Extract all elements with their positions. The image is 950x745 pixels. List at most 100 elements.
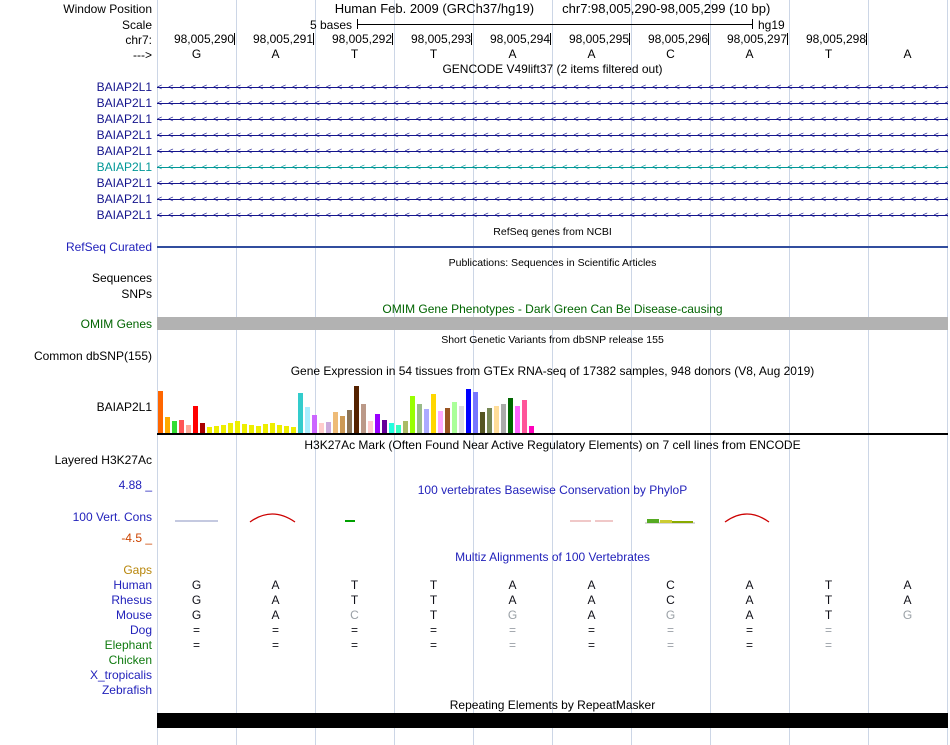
gtex-expression-bar[interactable]: [298, 393, 303, 433]
gtex-expression-bar[interactable]: [494, 406, 499, 433]
sequence-base: C: [666, 47, 675, 61]
gtex-expression-bar[interactable]: [186, 425, 191, 433]
gtex-expression-bar[interactable]: [354, 386, 359, 433]
gtex-expression-bar[interactable]: [284, 426, 289, 433]
gtex-expression-bar[interactable]: [382, 420, 387, 433]
alignment-base: =: [824, 638, 832, 652]
gencode-transcript-item[interactable]: <<<<<<<<<<<<<<<<<<<<<<<<<<<<<<<<<<<<<<<<…: [157, 159, 948, 175]
gtex-expression-bar[interactable]: [466, 389, 471, 433]
gtex-expression-bar[interactable]: [277, 425, 282, 433]
layered-h3k27ac-label[interactable]: Layered H3K27Ac: [0, 453, 152, 467]
gencode-transcript-item[interactable]: <<<<<<<<<<<<<<<<<<<<<<<<<<<<<<<<<<<<<<<<…: [157, 191, 948, 207]
track-label-gencode-item[interactable]: BAIAP2L1: [0, 143, 152, 159]
gtex-expression-bar[interactable]: [326, 422, 331, 433]
track-label-gencode-item[interactable]: BAIAP2L1: [0, 159, 152, 175]
alignment-base: G: [665, 608, 676, 622]
track-label-gencode-item[interactable]: BAIAP2L1: [0, 95, 152, 111]
gtex-gene-label[interactable]: BAIAP2L1: [0, 400, 152, 414]
snps-label[interactable]: SNPs: [0, 287, 152, 301]
repeatmasker-label[interactable]: RepeatMasker: [0, 714, 152, 728]
gtex-expression-bar[interactable]: [438, 411, 443, 433]
gtex-expression-bar[interactable]: [200, 423, 205, 433]
gencode-transcript-item[interactable]: <<<<<<<<<<<<<<<<<<<<<<<<<<<<<<<<<<<<<<<<…: [157, 79, 948, 95]
omim-genes-label[interactable]: OMIM Genes: [0, 317, 152, 331]
repeatmasker-element-bar[interactable]: [157, 713, 948, 728]
gtex-expression-bar[interactable]: [501, 404, 506, 433]
gtex-expression-bar[interactable]: [410, 396, 415, 433]
gtex-expression-bar[interactable]: [403, 421, 408, 433]
gtex-expression-bar[interactable]: [172, 421, 177, 433]
alignment-base: =: [508, 638, 516, 652]
gtex-expression-bar[interactable]: [305, 407, 310, 433]
gencode-transcript-item[interactable]: <<<<<<<<<<<<<<<<<<<<<<<<<<<<<<<<<<<<<<<<…: [157, 95, 948, 111]
gtex-expression-bar[interactable]: [375, 414, 380, 433]
coordinate-label: 98,005,298: [789, 33, 867, 45]
transcript-direction-arrows-icon: <<<<<<<<<<<<<<<<<<<<<<<<<<<<<<<<<<<<<<<<…: [157, 194, 948, 204]
gtex-expression-bar[interactable]: [445, 408, 450, 433]
gtex-expression-bar[interactable]: [221, 425, 226, 433]
gtex-expression-bar[interactable]: [312, 415, 317, 433]
gtex-expression-bar[interactable]: [235, 421, 240, 433]
gtex-expression-bar[interactable]: [165, 417, 170, 433]
gtex-expression-bar[interactable]: [193, 406, 198, 433]
gtex-expression-bar[interactable]: [529, 426, 534, 433]
alignment-base: A: [508, 578, 517, 592]
alignment-base: T: [824, 608, 833, 622]
gencode-transcript-item[interactable]: <<<<<<<<<<<<<<<<<<<<<<<<<<<<<<<<<<<<<<<<…: [157, 207, 948, 223]
gencode-transcript-item[interactable]: <<<<<<<<<<<<<<<<<<<<<<<<<<<<<<<<<<<<<<<<…: [157, 111, 948, 127]
gtex-expression-chart[interactable]: [158, 385, 538, 433]
gtex-expression-bar[interactable]: [158, 391, 163, 433]
alignment-base: =: [745, 638, 753, 652]
gtex-expression-bar[interactable]: [452, 402, 457, 433]
transcript-direction-arrows-icon: <<<<<<<<<<<<<<<<<<<<<<<<<<<<<<<<<<<<<<<<…: [157, 178, 948, 188]
omim-gene-bar[interactable]: [157, 317, 948, 330]
track-label-gencode-item[interactable]: BAIAP2L1: [0, 207, 152, 223]
gtex-expression-bar[interactable]: [242, 424, 247, 433]
gtex-expression-bar[interactable]: [179, 420, 184, 433]
gtex-expression-bar[interactable]: [361, 404, 366, 433]
gtex-expression-bar[interactable]: [256, 426, 261, 433]
transcript-direction-arrows-icon: <<<<<<<<<<<<<<<<<<<<<<<<<<<<<<<<<<<<<<<<…: [157, 146, 948, 156]
gtex-expression-bar[interactable]: [214, 426, 219, 433]
gtex-expression-bar[interactable]: [473, 392, 478, 433]
gencode-transcript-item[interactable]: <<<<<<<<<<<<<<<<<<<<<<<<<<<<<<<<<<<<<<<<…: [157, 175, 948, 191]
track-label-gencode-item[interactable]: BAIAP2L1: [0, 191, 152, 207]
gtex-expression-bar[interactable]: [263, 424, 268, 433]
alignment-base: T: [429, 578, 438, 592]
gtex-expression-bar[interactable]: [389, 423, 394, 433]
gtex-expression-bar[interactable]: [368, 421, 373, 433]
gtex-expression-bar[interactable]: [319, 423, 324, 433]
coordinate-ruler[interactable]: 98,005,290 98,005,291 98,005,292 98,005,293…: [157, 33, 948, 46]
gtex-expression-bar[interactable]: [270, 423, 275, 433]
gtex-expression-bar[interactable]: [487, 408, 492, 433]
gtex-expression-bar[interactable]: [522, 400, 527, 433]
refseq-curated-label[interactable]: RefSeq Curated: [0, 240, 152, 254]
gtex-expression-bar[interactable]: [417, 404, 422, 433]
assembly-title: Human Feb. 2009 (GRCh37/hg19): [334, 1, 535, 16]
conservation-track-label[interactable]: 100 Vert. Cons: [0, 510, 152, 524]
browser-header: Human Feb. 2009 (GRCh37/hg19) chr7:98,005…: [157, 2, 948, 16]
gtex-expression-bar[interactable]: [333, 412, 338, 433]
gtex-expression-bar[interactable]: [459, 406, 464, 433]
gtex-expression-bar[interactable]: [508, 398, 513, 433]
gencode-transcript-item[interactable]: <<<<<<<<<<<<<<<<<<<<<<<<<<<<<<<<<<<<<<<<…: [157, 143, 948, 159]
gtex-expression-bar[interactable]: [396, 425, 401, 433]
gtex-expression-bar[interactable]: [347, 410, 352, 433]
gtex-expression-bar[interactable]: [515, 406, 520, 433]
common-dbsnp-label[interactable]: Common dbSNP(155): [0, 349, 152, 363]
gtex-expression-bar[interactable]: [431, 394, 436, 433]
gtex-expression-bar[interactable]: [340, 416, 345, 433]
track-label-gencode-item[interactable]: BAIAP2L1: [0, 127, 152, 143]
track-label-gencode-item[interactable]: BAIAP2L1: [0, 79, 152, 95]
gtex-expression-bar[interactable]: [480, 412, 485, 433]
track-label-gencode-item[interactable]: BAIAP2L1: [0, 111, 152, 127]
phylop-wiggle-marks: [175, 513, 770, 524]
sequences-label[interactable]: Sequences: [0, 271, 152, 285]
gtex-expression-bar[interactable]: [424, 409, 429, 433]
refseq-curated-item[interactable]: [157, 246, 948, 248]
track-label-gencode-item[interactable]: BAIAP2L1: [0, 175, 152, 191]
gencode-transcript-item[interactable]: <<<<<<<<<<<<<<<<<<<<<<<<<<<<<<<<<<<<<<<<…: [157, 127, 948, 143]
gtex-expression-bar[interactable]: [249, 425, 254, 433]
gtex-expression-bar[interactable]: [228, 423, 233, 433]
sequence-base: T: [350, 47, 359, 61]
